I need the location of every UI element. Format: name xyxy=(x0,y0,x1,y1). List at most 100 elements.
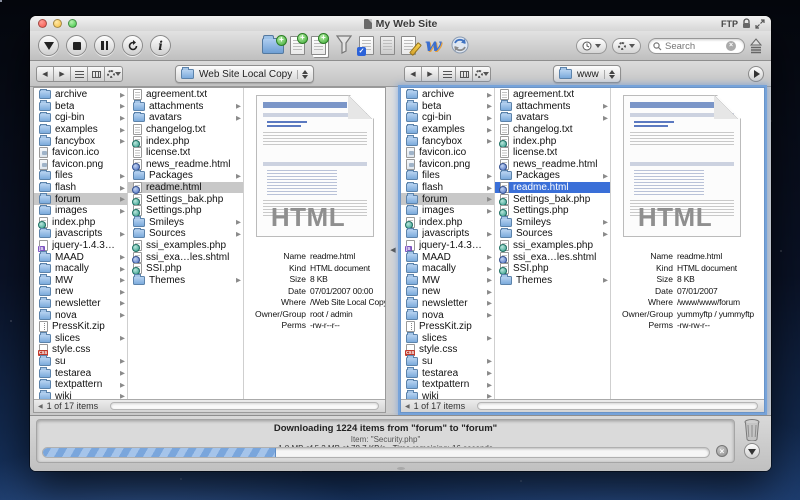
list-item[interactable]: style.css xyxy=(401,344,494,356)
list-item[interactable]: Settings_bak.php xyxy=(495,193,610,205)
list-item[interactable]: style.css xyxy=(34,344,127,356)
list-item[interactable]: changelog.txt xyxy=(128,124,243,136)
list-item[interactable]: agreement.txt xyxy=(128,89,243,101)
list-view-button[interactable] xyxy=(439,67,456,81)
scroll-left-icon[interactable]: ◀ xyxy=(38,403,43,410)
duplicate-file-button[interactable] xyxy=(311,36,326,55)
list-item[interactable]: PressKit.zip xyxy=(401,321,494,333)
view-options-button[interactable] xyxy=(473,67,490,81)
list-item[interactable]: ssi_exa…les.shtml xyxy=(495,251,610,263)
list-view-button[interactable] xyxy=(71,67,88,81)
zoom-button[interactable] xyxy=(68,19,77,28)
sync-icon[interactable] xyxy=(450,35,470,55)
trash-icon[interactable] xyxy=(742,418,762,441)
list-item[interactable]: wiki xyxy=(401,390,494,399)
list-item[interactable]: avatars xyxy=(128,112,243,124)
list-item[interactable]: newsletter xyxy=(34,298,127,310)
list-item[interactable]: Settings.php xyxy=(495,205,610,217)
search-input[interactable] xyxy=(665,41,723,52)
filter-funnel-icon[interactable] xyxy=(335,34,353,55)
list-item[interactable]: wiki xyxy=(34,390,127,399)
list-item[interactable]: readme.html xyxy=(128,182,243,194)
scroll-left-icon[interactable]: ◀ xyxy=(405,403,410,410)
blueprint-file-button[interactable] xyxy=(380,36,395,55)
list-item[interactable]: slices xyxy=(34,332,127,344)
remote-folder-column[interactable]: archivebetacgi-binexamplesfancyboxfavico… xyxy=(401,88,495,399)
list-item[interactable]: new xyxy=(401,286,494,298)
fullscreen-icon[interactable] xyxy=(755,19,765,29)
list-item[interactable]: examples xyxy=(401,124,494,136)
list-item[interactable]: MW xyxy=(34,275,127,287)
list-item[interactable]: index.php xyxy=(128,135,243,147)
list-item[interactable]: forum xyxy=(401,193,494,205)
back-button[interactable]: ◀ xyxy=(405,67,422,81)
list-item[interactable]: avatars xyxy=(495,112,610,124)
list-item[interactable]: readme.html xyxy=(495,182,610,194)
list-item[interactable]: textpattern xyxy=(401,379,494,391)
list-item[interactable]: Sources xyxy=(128,228,243,240)
list-item[interactable]: macally xyxy=(34,263,127,275)
local-folder-column[interactable]: archivebetacgi-binexamplesfancyboxfavico… xyxy=(34,88,128,399)
list-item[interactable]: jquery-1.4.3.min.js xyxy=(401,240,494,252)
list-item[interactable]: new xyxy=(34,286,127,298)
actions-dropdown[interactable] xyxy=(612,38,641,54)
list-item[interactable]: agreement.txt xyxy=(495,89,610,101)
list-item[interactable]: javascripts xyxy=(34,228,127,240)
list-item[interactable]: su xyxy=(34,356,127,368)
cancel-transfer-button[interactable] xyxy=(716,445,728,457)
list-item[interactable]: flash xyxy=(401,182,494,194)
list-item[interactable]: javascripts xyxy=(401,228,494,240)
remote-path-popup[interactable]: www xyxy=(553,65,621,83)
list-item[interactable]: macally xyxy=(401,263,494,275)
title-bar[interactable]: My Web Site FTP xyxy=(30,16,771,31)
list-item[interactable]: attachments xyxy=(495,101,610,113)
list-item[interactable]: images xyxy=(34,205,127,217)
list-item[interactable]: files xyxy=(401,170,494,182)
list-item[interactable]: news_readme.html xyxy=(495,159,610,171)
list-item[interactable]: flash xyxy=(34,182,127,194)
list-item[interactable]: Smileys xyxy=(128,217,243,229)
search-field[interactable] xyxy=(648,38,745,54)
checklist-file-button[interactable] xyxy=(359,36,374,55)
list-item[interactable]: nova xyxy=(401,309,494,321)
close-button[interactable] xyxy=(38,19,47,28)
list-item[interactable]: cgi-bin xyxy=(401,112,494,124)
edit-file-button[interactable] xyxy=(401,36,416,55)
list-item[interactable]: forum xyxy=(34,193,127,205)
list-item[interactable]: slices xyxy=(401,332,494,344)
list-item[interactable]: PressKit.zip xyxy=(34,321,127,333)
list-item[interactable]: textpattern xyxy=(34,379,127,391)
pane-splitter[interactable]: ◀ xyxy=(386,87,400,413)
list-item[interactable]: MAAD xyxy=(401,251,494,263)
list-item[interactable]: ssi_exa…les.shtml xyxy=(128,251,243,263)
list-item[interactable]: beta xyxy=(401,101,494,113)
list-item[interactable]: newsletter xyxy=(401,298,494,310)
connect-play-button[interactable] xyxy=(748,66,764,82)
list-item[interactable]: license.txt xyxy=(495,147,610,159)
local-file-column[interactable]: agreement.txtattachmentsavatarschangelog… xyxy=(128,88,244,399)
clear-search-icon[interactable] xyxy=(726,41,736,51)
transfer-queue-eject-button[interactable] xyxy=(749,38,763,54)
forward-button[interactable]: ▶ xyxy=(54,67,71,81)
list-item[interactable]: files xyxy=(34,170,127,182)
list-item[interactable]: su xyxy=(401,356,494,368)
list-item[interactable]: license.txt xyxy=(128,147,243,159)
list-item[interactable]: fancybox xyxy=(34,135,127,147)
list-item[interactable]: Packages xyxy=(495,170,610,182)
back-button[interactable]: ◀ xyxy=(37,67,54,81)
history-dropdown[interactable] xyxy=(576,38,607,54)
info-button[interactable]: i xyxy=(150,35,171,56)
list-item[interactable]: Settings_bak.php xyxy=(128,193,243,205)
new-file-button[interactable] xyxy=(290,36,305,55)
remote-file-column[interactable]: agreement.txtattachmentsavatarschangelog… xyxy=(495,88,611,399)
list-item[interactable]: testarea xyxy=(401,367,494,379)
list-item[interactable]: favicon.ico xyxy=(34,147,127,159)
list-item[interactable]: SSI.php xyxy=(495,263,610,275)
new-folder-button[interactable] xyxy=(262,38,284,54)
list-item[interactable]: archive xyxy=(401,89,494,101)
list-item[interactable]: Packages xyxy=(128,170,243,182)
list-item[interactable]: Themes xyxy=(128,275,243,287)
column-view-button[interactable] xyxy=(456,67,473,81)
list-item[interactable]: MW xyxy=(401,275,494,287)
queue-toggle-button[interactable] xyxy=(744,443,760,459)
